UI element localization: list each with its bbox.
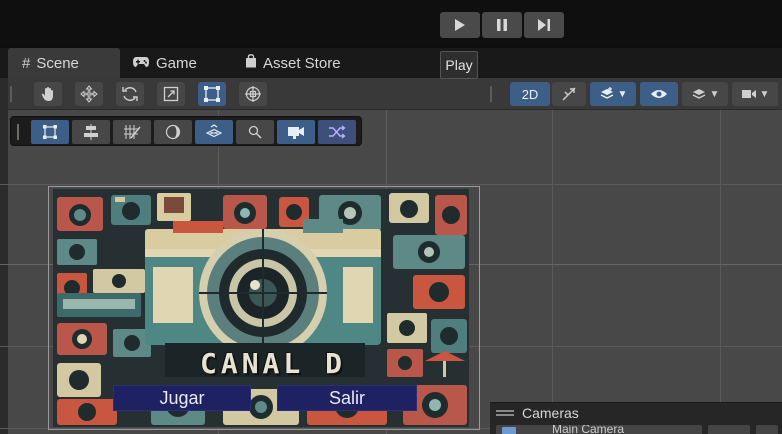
play-game-button[interactable]: Jugar bbox=[113, 385, 251, 411]
camera-icon bbox=[389, 193, 429, 223]
pause-icon[interactable] bbox=[482, 12, 522, 38]
visibility-icon[interactable] bbox=[640, 82, 678, 106]
tab-scene[interactable]: # Scene bbox=[8, 48, 120, 78]
visibility-icon[interactable] bbox=[708, 425, 750, 434]
chevron-down-icon: ▼ bbox=[759, 88, 770, 100]
scene-left-border bbox=[0, 78, 8, 434]
camera-icon bbox=[157, 193, 191, 221]
editor-tab-strip: # Scene Game Asset Store bbox=[0, 48, 782, 78]
camera-icon bbox=[502, 427, 516, 434]
scene-view[interactable]: 2D ▼ ▼ ▼ CANAL D Jugar Salir Cameras Mai… bbox=[0, 78, 782, 434]
title-text: CANAL D bbox=[199, 347, 346, 380]
tab-label: Asset Store bbox=[263, 54, 341, 72]
playmode-controls bbox=[440, 12, 564, 38]
hand-icon[interactable] bbox=[34, 82, 62, 106]
play-icon[interactable] bbox=[440, 12, 480, 38]
drag-handle-icon[interactable] bbox=[496, 410, 514, 416]
grid-line bbox=[0, 184, 782, 185]
gamepad-icon bbox=[132, 55, 150, 72]
transform-icon[interactable] bbox=[239, 82, 267, 106]
camera-icon bbox=[57, 197, 103, 231]
search-icon[interactable] bbox=[236, 120, 274, 144]
align-icon[interactable] bbox=[72, 120, 110, 144]
toolbar-grip bbox=[17, 124, 19, 140]
shuffle-icon[interactable] bbox=[318, 120, 356, 144]
rect-icon[interactable] bbox=[198, 82, 226, 106]
exit-game-button[interactable]: Salir bbox=[277, 385, 417, 411]
lighting-toggle-icon[interactable] bbox=[552, 82, 586, 106]
overlay-toolbar bbox=[10, 116, 362, 146]
step-icon[interactable] bbox=[524, 12, 564, 38]
scene-toolbar: 2D ▼ ▼ ▼ bbox=[8, 78, 782, 110]
move-icon[interactable] bbox=[75, 82, 103, 106]
orientation-icon[interactable] bbox=[195, 120, 233, 144]
tab-asset-store[interactable]: Asset Store bbox=[245, 48, 375, 78]
tab-game[interactable]: Game bbox=[132, 48, 222, 78]
chevron-down-icon: ▼ bbox=[709, 88, 720, 100]
camera-icon bbox=[223, 195, 267, 229]
grid-snap-icon[interactable] bbox=[113, 120, 151, 144]
camera-preview-icon[interactable] bbox=[277, 120, 315, 144]
rotate-icon[interactable] bbox=[116, 82, 144, 106]
camera-icon bbox=[111, 195, 151, 225]
cameras-overlay-panel: Cameras Main Camera bbox=[490, 402, 782, 434]
scale-icon[interactable] bbox=[157, 82, 185, 106]
toolbar-grip bbox=[10, 86, 12, 102]
main-camera-illustration bbox=[145, 219, 381, 357]
play-toolbar bbox=[0, 0, 782, 46]
shading-icon[interactable] bbox=[154, 120, 192, 144]
expand-icon[interactable] bbox=[756, 425, 778, 434]
grid-line bbox=[552, 78, 553, 434]
mode-2d-toggle[interactable]: 2D bbox=[510, 82, 550, 106]
camera-icon[interactable]: ▼ bbox=[732, 82, 778, 106]
grid-hash-icon: # bbox=[22, 54, 31, 72]
play-tooltip: Play bbox=[440, 51, 478, 79]
grid-line bbox=[720, 78, 721, 434]
tab-label: Game bbox=[156, 54, 197, 72]
background-image: CANAL D Jugar Salir bbox=[53, 189, 469, 427]
toolbar-divider bbox=[490, 86, 492, 102]
gizmo-layers-icon[interactable]: ▼ bbox=[590, 82, 636, 106]
shopping-bag-icon bbox=[245, 54, 257, 72]
layers-icon[interactable]: ▼ bbox=[682, 82, 728, 106]
camera-icon bbox=[435, 195, 467, 235]
camera-selector-label: Main Camera bbox=[552, 425, 625, 434]
rect-select-icon[interactable] bbox=[31, 120, 69, 144]
chevron-down-icon: ▼ bbox=[617, 88, 628, 100]
cameras-panel-title: Cameras bbox=[522, 405, 579, 421]
canvas-rect[interactable]: CANAL D Jugar Salir bbox=[48, 186, 480, 430]
camera-selector[interactable]: Main Camera bbox=[496, 425, 702, 434]
tab-label: Scene bbox=[36, 54, 79, 72]
